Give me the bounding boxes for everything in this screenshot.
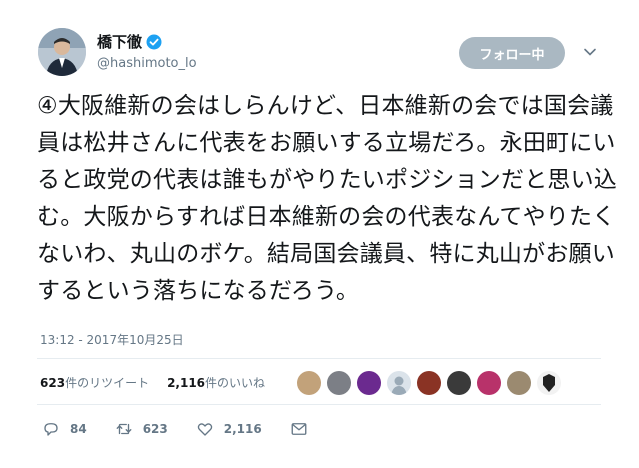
liker-avatar[interactable] bbox=[417, 371, 441, 395]
default-user-icon bbox=[391, 376, 407, 395]
liker-avatars bbox=[297, 371, 567, 395]
retweet-count: 623 bbox=[142, 422, 168, 436]
liker-avatar[interactable] bbox=[297, 371, 321, 395]
following-button[interactable]: フォロー中 bbox=[459, 37, 565, 69]
reply-icon bbox=[44, 423, 58, 436]
chevron-down-icon[interactable] bbox=[583, 45, 597, 59]
mail-icon bbox=[291, 423, 307, 435]
tweet-text: ④大阪維新の会はしらんけど、日本維新の会では国会議員は松井さんに代表をお願いする… bbox=[37, 93, 617, 304]
liker-avatar[interactable] bbox=[537, 371, 561, 395]
retweet-button[interactable]: 623 bbox=[115, 420, 168, 438]
tweet-timestamp[interactable]: 13:12 - 2017年10月25日 bbox=[40, 331, 184, 348]
liker-avatar[interactable] bbox=[447, 371, 471, 395]
reply-button[interactable]: 84 bbox=[42, 420, 87, 438]
verified-badge-icon bbox=[146, 34, 162, 49]
divider bbox=[37, 358, 601, 359]
retweet-icon bbox=[116, 423, 132, 435]
reply-count: 84 bbox=[70, 422, 87, 436]
liker-avatar[interactable] bbox=[327, 371, 351, 395]
heart-icon bbox=[197, 423, 212, 436]
liker-avatar-image bbox=[543, 374, 555, 392]
retweet-stat-label[interactable]: 件のリツイート bbox=[65, 374, 149, 391]
author-avatar[interactable] bbox=[38, 28, 86, 76]
like-button[interactable]: 2,116 bbox=[196, 420, 262, 438]
like-stat-count[interactable]: 2,116 bbox=[167, 376, 205, 390]
direct-message-button[interactable] bbox=[290, 420, 318, 438]
divider bbox=[37, 404, 601, 405]
liker-avatar[interactable] bbox=[387, 371, 411, 395]
like-stat-label[interactable]: 件のいいね bbox=[205, 374, 265, 391]
author-avatar-image bbox=[38, 28, 86, 76]
author-name[interactable]: 橋下徹 bbox=[97, 31, 142, 52]
liker-avatar[interactable] bbox=[507, 371, 531, 395]
tweet-stats: 623 件のリツイート 2,116 件のいいね bbox=[40, 374, 283, 391]
retweet-stat-count[interactable]: 623 bbox=[40, 376, 65, 390]
author-name-row[interactable]: 橋下徹 bbox=[97, 31, 162, 52]
liker-avatar[interactable] bbox=[357, 371, 381, 395]
tweet-actions: 84 623 2,116 bbox=[42, 420, 346, 438]
liker-avatar[interactable] bbox=[477, 371, 501, 395]
like-count: 2,116 bbox=[223, 422, 262, 436]
author-handle[interactable]: @hashimoto_lo bbox=[97, 56, 197, 71]
